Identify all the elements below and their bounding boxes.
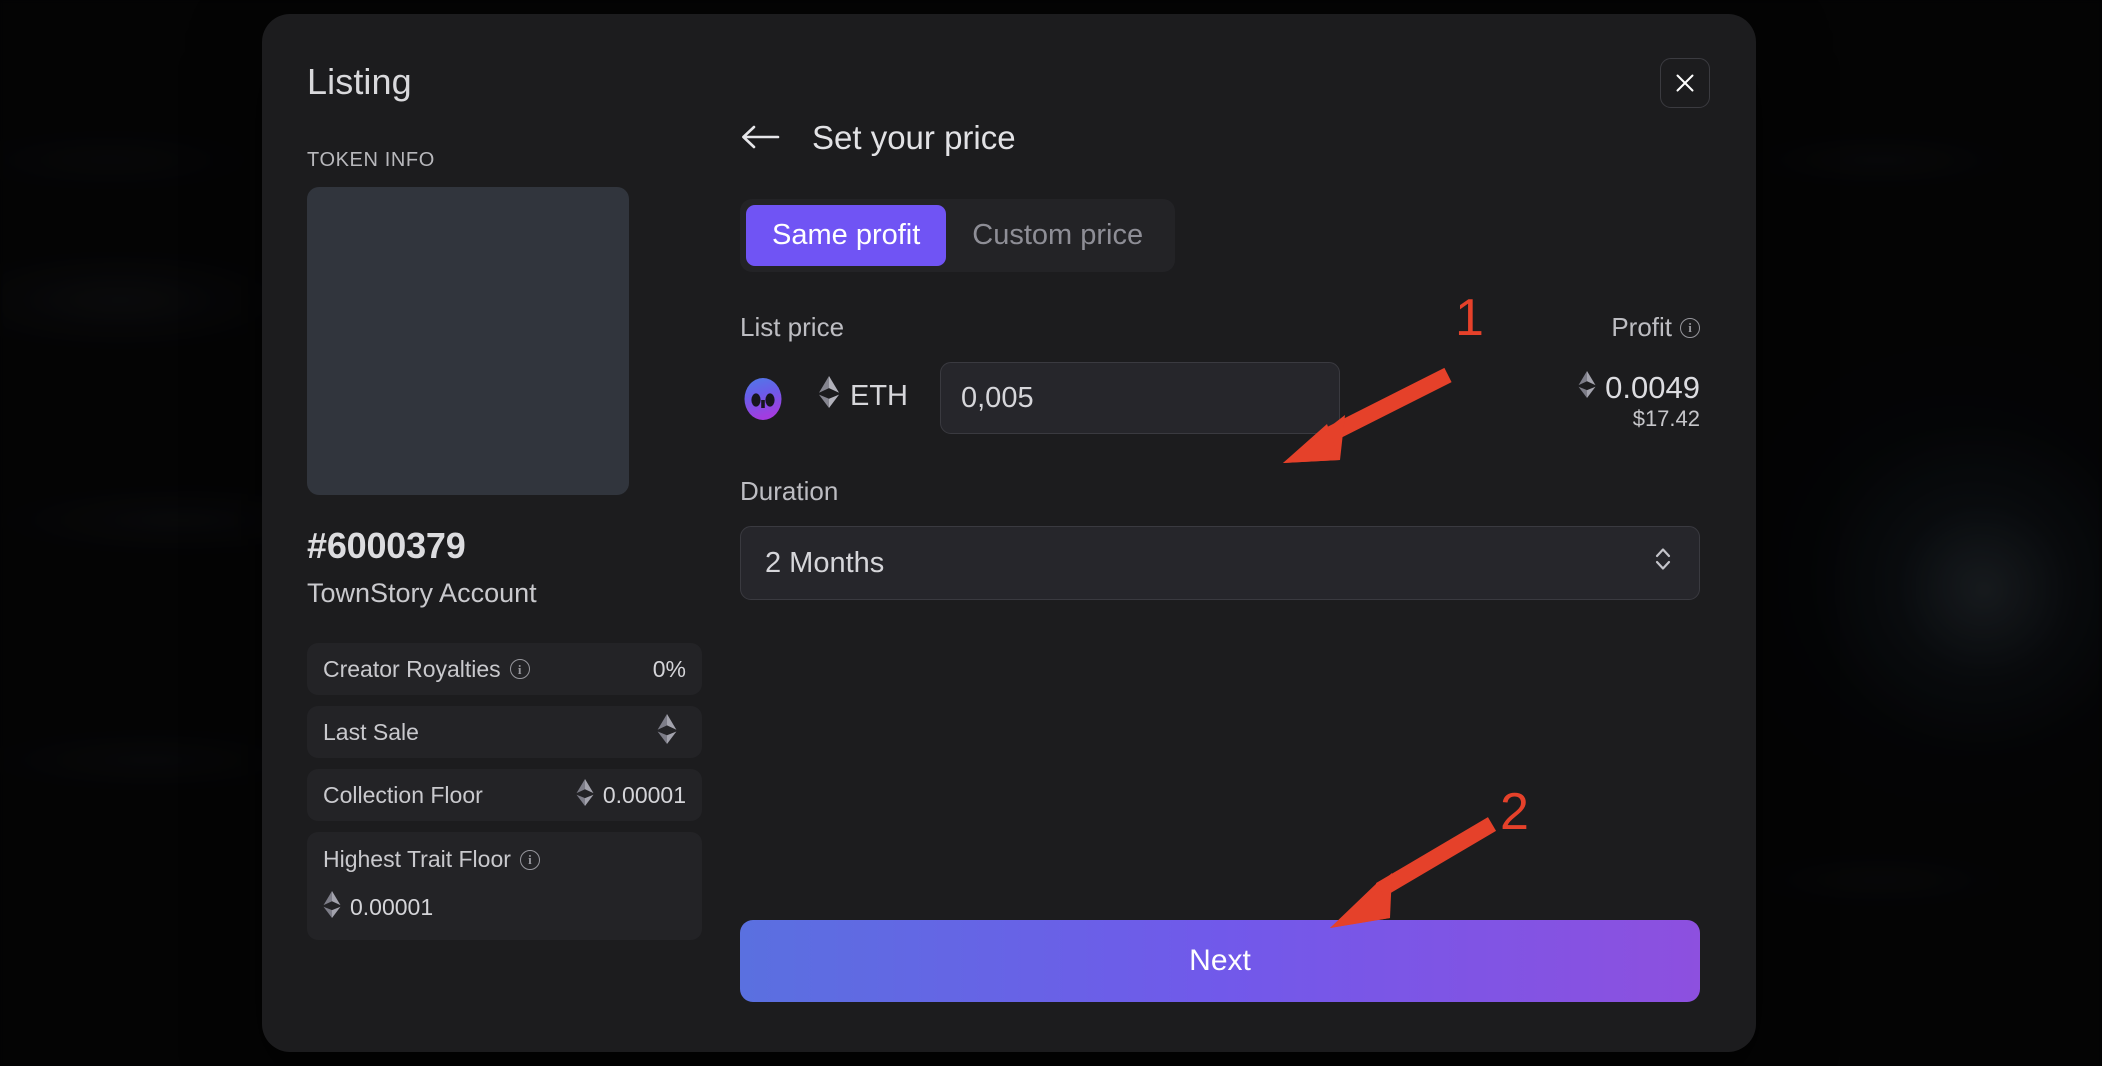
info-icon[interactable]: i xyxy=(519,849,540,870)
duration-value: 2 Months xyxy=(765,546,885,579)
step-header: Set your price xyxy=(740,119,1700,157)
currency-selector[interactable]: ETH xyxy=(818,376,908,416)
pricing-mode-tabs: Same profit Custom price xyxy=(740,199,1176,272)
token-info-panel: TOKEN INFO #6000379 TownStory Account Cr… xyxy=(307,149,702,951)
token-image-placeholder xyxy=(307,187,629,495)
stat-label: Highest Trait Floor xyxy=(323,846,511,872)
ethereum-icon xyxy=(818,376,840,416)
stat-value: 0.00001 xyxy=(602,781,686,808)
chevron-up-down-icon xyxy=(1653,544,1673,582)
duration-label: Duration xyxy=(740,476,839,506)
modal-title: Listing xyxy=(307,61,412,102)
currency-label: ETH xyxy=(850,379,908,412)
step-title: Set your price xyxy=(812,119,1016,156)
stat-value: 0.00001 xyxy=(350,894,434,920)
token-info-label: TOKEN INFO xyxy=(307,149,435,171)
stat-label: Collection Floor xyxy=(323,781,483,808)
profit-values: 0.0049 $17.42 xyxy=(1370,362,1700,432)
info-icon[interactable]: i xyxy=(509,659,530,679)
list-price-block: List price Profit i ETH 0,005 0.0049 $17… xyxy=(740,312,1700,434)
stat-row-creator-royalties: Creator Royalties i 0% xyxy=(307,643,702,695)
close-button[interactable] xyxy=(1660,58,1710,108)
ethereum-icon xyxy=(323,891,341,924)
profit-eth-value: 0.0049 xyxy=(1605,370,1700,405)
token-stats-list: Creator Royalties i 0% Last Sale Collect… xyxy=(307,643,702,940)
set-price-panel: Set your price Same profit Custom price … xyxy=(740,119,1700,600)
profit-usd-value: $17.42 xyxy=(1632,406,1700,431)
info-icon[interactable]: i xyxy=(1680,317,1700,338)
token-id: #6000379 xyxy=(307,525,466,566)
ethereum-icon xyxy=(1578,370,1596,406)
listing-modal: Listing TOKEN INFO #6000379 TownStory Ac… xyxy=(262,14,1756,1052)
list-price-label: List price xyxy=(740,312,845,342)
stat-label: Last Sale xyxy=(323,718,419,745)
avatar xyxy=(740,376,786,422)
price-input-row: ETH 0.0049 xyxy=(740,362,1700,434)
price-input[interactable] xyxy=(940,362,1340,434)
tab-same-profit[interactable]: Same profit xyxy=(746,205,947,266)
stat-row-collection-floor: Collection Floor 0.00001 xyxy=(307,769,702,821)
back-button[interactable] xyxy=(740,119,784,157)
profit-eth-amount: 0.0049 xyxy=(1370,370,1700,406)
arrow-left-icon xyxy=(740,124,780,153)
ethereum-icon xyxy=(657,714,677,750)
collection-name: TownStory Account xyxy=(307,578,537,608)
ethereum-icon xyxy=(576,778,594,812)
stat-row-highest-trait-floor: Highest Trait Floor i 0.00001 xyxy=(307,832,702,940)
profit-label: Profit xyxy=(1611,312,1672,342)
tab-custom-price[interactable]: Custom price xyxy=(946,205,1169,266)
stat-value: 0% xyxy=(652,655,686,682)
duration-select[interactable]: 2 Months xyxy=(740,526,1700,600)
next-button[interactable]: Next xyxy=(740,920,1700,1002)
duration-block: Duration 2 Months xyxy=(740,476,1700,600)
profit-label-group: Profit i xyxy=(1611,312,1700,343)
stat-row-last-sale: Last Sale xyxy=(307,706,702,758)
stat-label: Creator Royalties xyxy=(323,655,501,682)
close-icon xyxy=(1674,72,1696,94)
